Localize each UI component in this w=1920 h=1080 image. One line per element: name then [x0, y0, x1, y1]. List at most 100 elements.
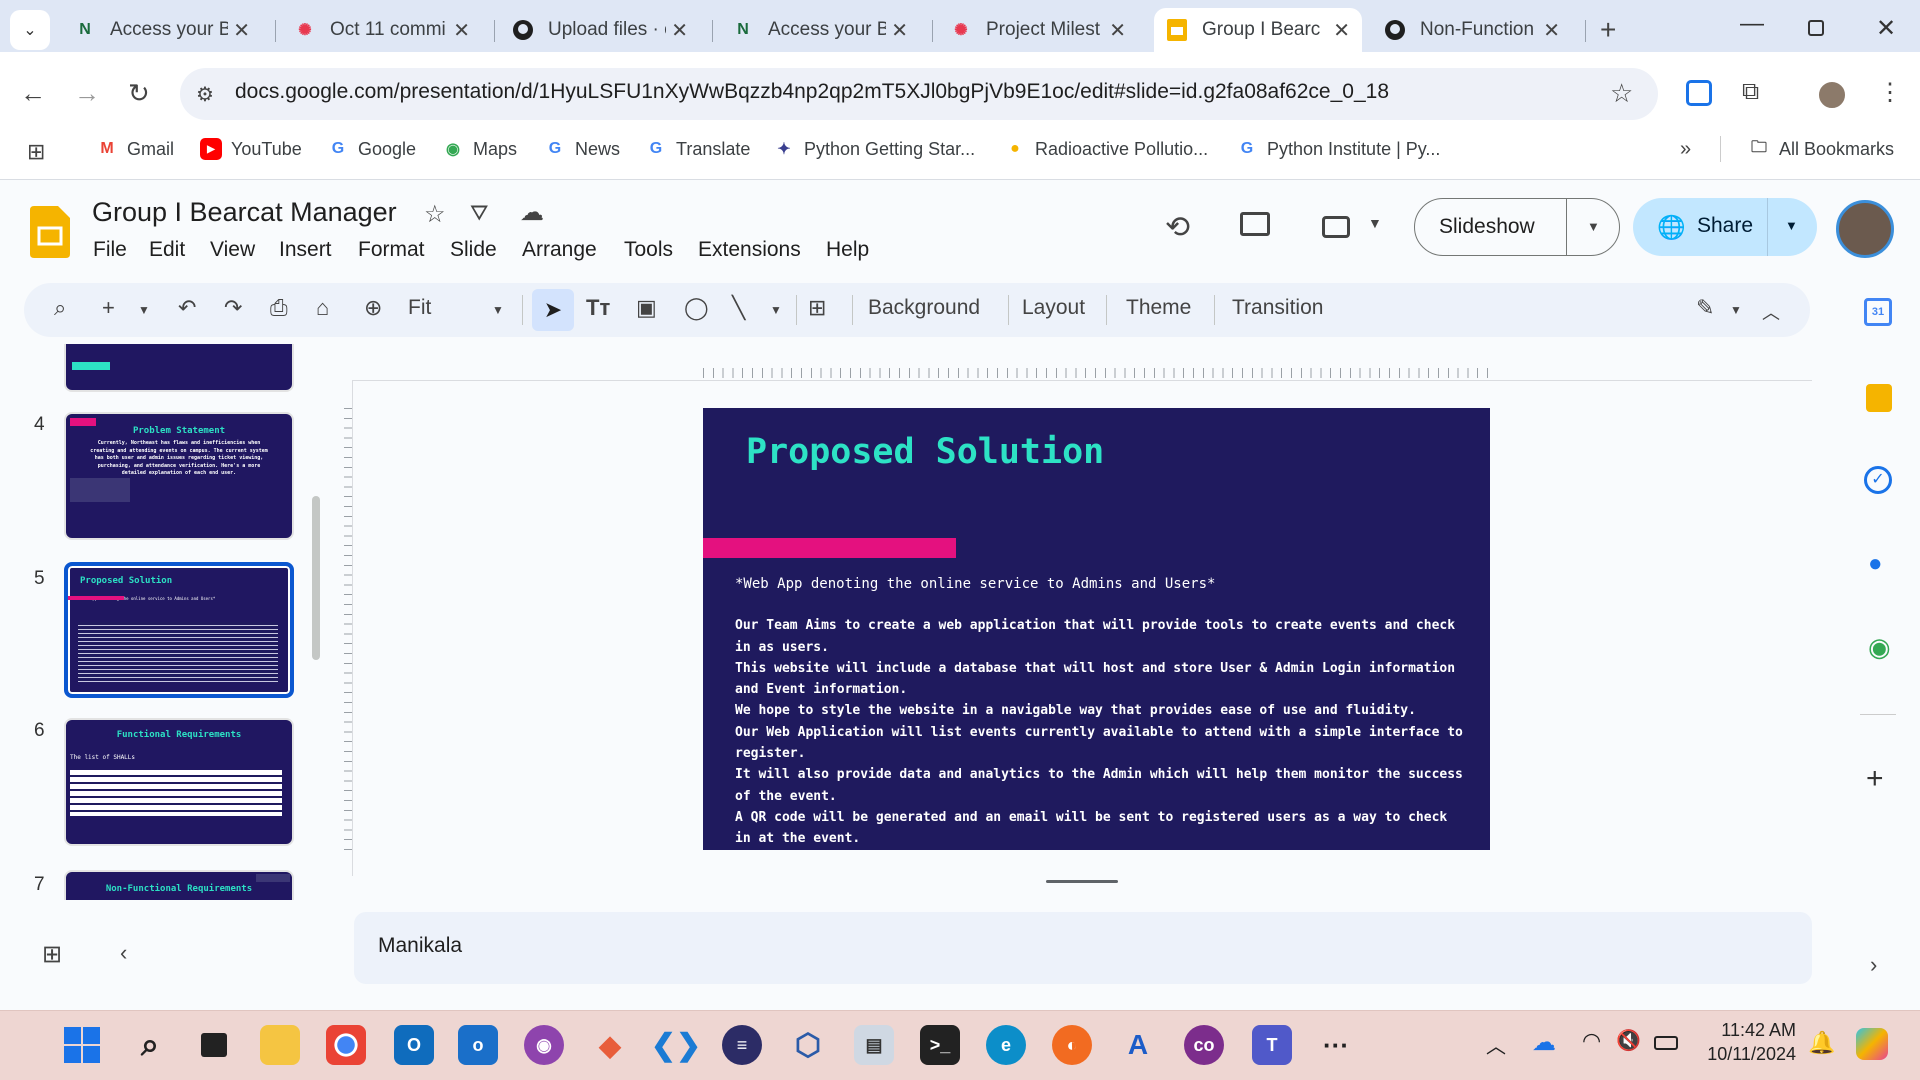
undo-icon[interactable]: ↶: [178, 295, 196, 321]
theme-button[interactable]: Theme: [1126, 296, 1191, 320]
menu-format[interactable]: Format: [358, 238, 425, 262]
slide-thumbnail[interactable]: Problem Statement Currently, Northeast h…: [64, 412, 294, 540]
onedrive-icon[interactable]: ☁: [1532, 1028, 1556, 1057]
share-dropdown-icon[interactable]: ▼: [1785, 218, 1798, 233]
bookmark-youtube[interactable]: ▶ YouTube: [200, 138, 302, 160]
outlook-icon[interactable]: O: [394, 1025, 434, 1065]
chrome-icon[interactable]: [326, 1025, 366, 1065]
task-view-icon[interactable]: [194, 1025, 234, 1065]
layout-button[interactable]: Layout: [1022, 296, 1085, 320]
back-button[interactable]: ←: [20, 78, 46, 109]
pen-mode-icon[interactable]: ✎: [1696, 295, 1714, 321]
menu-insert[interactable]: Insert: [279, 238, 332, 262]
text-box-icon[interactable]: Tт: [586, 295, 610, 321]
insert-image-icon[interactable]: ▣: [636, 295, 657, 321]
slides-logo-icon[interactable]: [30, 206, 70, 258]
menu-edit[interactable]: Edit: [149, 238, 185, 262]
url-text[interactable]: docs.google.com/presentation/d/1HyuLSFU1…: [235, 80, 1389, 104]
notes-resize-handle[interactable]: [1046, 880, 1118, 883]
zoom-select[interactable]: Fit: [408, 296, 431, 320]
close-tab-icon[interactable]: ✕: [1109, 18, 1126, 43]
app-store-icon[interactable]: A: [1118, 1025, 1158, 1065]
bookmark-maps[interactable]: ◉ Maps: [442, 138, 517, 160]
eclipse-icon[interactable]: ≡: [722, 1025, 762, 1065]
clock-date[interactable]: 10/11/2024: [1700, 1044, 1796, 1065]
browser-tab[interactable]: N Access your B ✕: [720, 8, 920, 52]
bookmark-python-institute[interactable]: G Python Institute | Py...: [1236, 138, 1441, 160]
pen-dropdown-icon[interactable]: ▼: [1730, 303, 1742, 317]
menu-view[interactable]: View: [210, 238, 255, 262]
bookmark-python-getting-started[interactable]: ✦ Python Getting Star...: [773, 138, 975, 160]
github-desktop-icon[interactable]: ◉: [524, 1025, 564, 1065]
maps-icon[interactable]: ◉: [1868, 632, 1891, 663]
extensions-puzzle-icon[interactable]: ⧉: [1742, 78, 1759, 106]
account-avatar[interactable]: [1836, 200, 1894, 258]
collapse-toolbar-icon[interactable]: ︿: [1762, 299, 1780, 325]
close-tab-icon[interactable]: ✕: [1333, 18, 1350, 43]
copilot-icon[interactable]: co: [1184, 1025, 1224, 1065]
menu-slide[interactable]: Slide: [450, 238, 497, 262]
firefox-icon[interactable]: ◐: [1052, 1025, 1092, 1065]
slide-thumbnail-selected[interactable]: Proposed Solution *Web App denoting the …: [64, 562, 294, 698]
browser-tab[interactable]: ✺ Oct 11 commi ✕: [282, 8, 482, 52]
bookmark-translate[interactable]: G Translate: [645, 138, 751, 160]
share-button[interactable]: 🌐 Share ▼: [1633, 198, 1817, 256]
contacts-icon[interactable]: ●: [1868, 550, 1883, 578]
bookmark-gmail[interactable]: M Gmail: [96, 138, 174, 160]
slideshow-dropdown-icon[interactable]: ▼: [1587, 219, 1600, 234]
meet-camera-icon[interactable]: [1322, 216, 1350, 238]
meet-dropdown-icon[interactable]: ▼: [1368, 215, 1382, 231]
close-tab-icon[interactable]: ✕: [1543, 18, 1560, 43]
get-addons-icon[interactable]: +: [1866, 762, 1884, 796]
document-title[interactable]: Group I Bearcat Manager: [92, 197, 397, 228]
paint-format-icon[interactable]: ⌂: [316, 295, 329, 321]
slide-canvas[interactable]: Proposed Solution *Web App denoting the …: [703, 408, 1490, 850]
outlook-new-icon[interactable]: o: [458, 1025, 498, 1065]
slide-title[interactable]: Proposed Solution: [746, 432, 1104, 472]
filmstrip-scrollbar[interactable]: [312, 496, 320, 660]
git-icon[interactable]: ◆: [590, 1025, 630, 1065]
hide-side-panel-icon[interactable]: ›: [1870, 952, 1877, 978]
bookmark-news[interactable]: G News: [544, 138, 620, 160]
menu-extensions[interactable]: Extensions: [698, 238, 801, 262]
browser-tab-active[interactable]: Group I Bearc ✕: [1154, 8, 1362, 52]
reload-button[interactable]: ↻: [128, 78, 150, 109]
close-tab-icon[interactable]: ✕: [671, 18, 688, 43]
close-window-button[interactable]: ✕: [1876, 14, 1896, 43]
search-menus-icon[interactable]: ⌕: [54, 295, 66, 321]
zoom-icon[interactable]: ⊕: [364, 295, 382, 321]
tab-search-button[interactable]: ⌄: [10, 10, 50, 50]
wifi-icon[interactable]: ◠: [1582, 1028, 1601, 1054]
keep-icon[interactable]: [1866, 384, 1892, 412]
comments-icon[interactable]: [1240, 212, 1270, 236]
vscode-icon[interactable]: ❮❯: [651, 1025, 701, 1065]
close-tab-icon[interactable]: ✕: [891, 18, 908, 43]
show-hidden-icons[interactable]: ︿: [1486, 1030, 1506, 1059]
menu-tools[interactable]: Tools: [624, 238, 673, 262]
copilot-tray-icon[interactable]: [1856, 1028, 1888, 1060]
site-info-icon[interactable]: ⚙: [196, 82, 214, 107]
slide-body-text[interactable]: *Web App denoting the online service to …: [735, 574, 1465, 850]
more-apps-icon[interactable]: ···: [1316, 1025, 1356, 1065]
cube-app-icon[interactable]: ⬡: [788, 1025, 828, 1065]
minimize-button[interactable]: —: [1740, 10, 1764, 38]
shape-icon[interactable]: ◯: [684, 295, 709, 321]
slide-thumbnail[interactable]: [64, 344, 294, 392]
add-comment-icon[interactable]: ⊞: [808, 295, 826, 321]
select-tool-button[interactable]: ➤: [532, 289, 574, 331]
search-icon[interactable]: ⌕: [130, 1025, 170, 1065]
grid-view-icon[interactable]: ⊞: [42, 940, 62, 969]
speaker-notes[interactable]: Manikala: [354, 912, 1812, 984]
extension-icon[interactable]: [1686, 80, 1712, 106]
move-to-drive-icon[interactable]: ⛛: [470, 200, 488, 226]
slide-thumbnail[interactable]: Functional Requirements The list of SHAL…: [64, 718, 294, 846]
version-history-icon[interactable]: ⟲: [1165, 210, 1190, 245]
bookmark-google[interactable]: G Google: [327, 138, 416, 160]
star-icon[interactable]: ☆: [424, 200, 446, 229]
volume-muted-icon[interactable]: 🔇: [1616, 1028, 1641, 1053]
new-tab-button[interactable]: +: [1600, 14, 1616, 46]
database-icon[interactable]: ▤: [854, 1025, 894, 1065]
teams-icon[interactable]: T: [1252, 1025, 1292, 1065]
line-icon[interactable]: ╲: [732, 295, 745, 321]
new-slide-icon[interactable]: +: [102, 295, 115, 321]
